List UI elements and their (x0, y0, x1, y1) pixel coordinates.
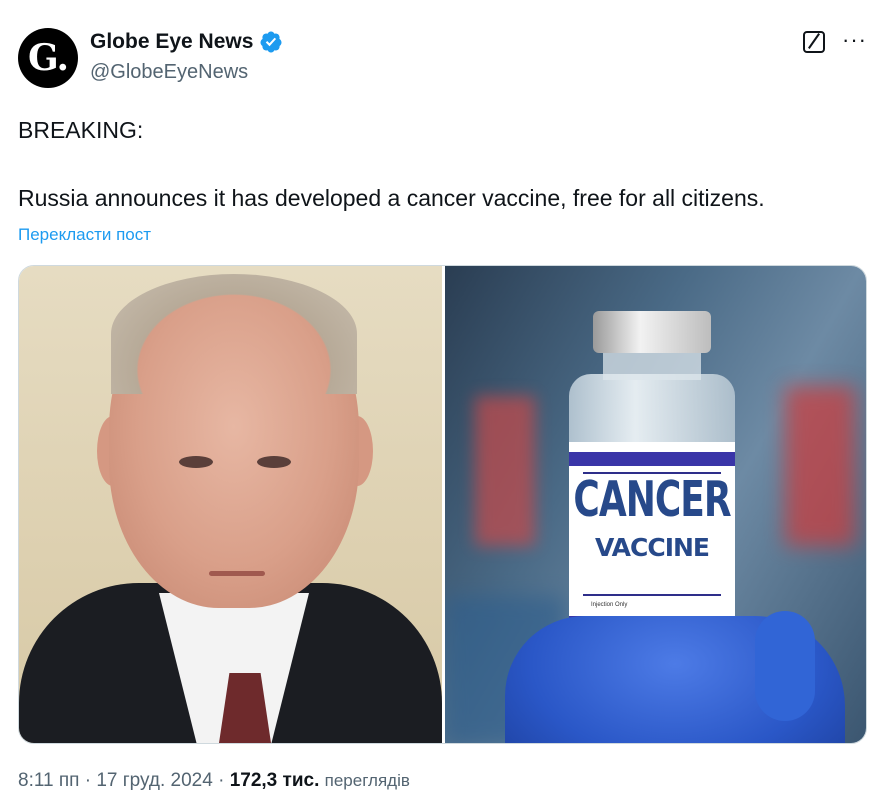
vial-cap (593, 311, 711, 353)
vial-neck (603, 350, 701, 380)
vial-label-word1: CANCER (573, 472, 731, 529)
portrait-hair (111, 274, 357, 394)
vial-label: CANCER VACCINE Injection Only (569, 442, 735, 642)
tweet-text-line1: BREAKING: (18, 117, 144, 143)
meta-separator: · (212, 770, 230, 791)
vial-label-word2: VACCINE (595, 533, 710, 562)
media-photo-portrait[interactable] (19, 266, 442, 743)
translate-post-link[interactable]: Перекласти пост (18, 225, 151, 245)
tweet-date[interactable]: 17 груд. 2024 (96, 770, 212, 792)
handle[interactable]: @GlobeEyeNews (90, 61, 248, 84)
author-name-row: Globe Eye News (90, 30, 283, 54)
views-count: 172,3 тис. (229, 770, 320, 791)
grok-icon[interactable] (803, 31, 825, 53)
portrait-eye-right (257, 456, 291, 468)
verified-badge-icon (260, 31, 282, 53)
avatar-text: G. (28, 37, 69, 79)
background-blur (475, 396, 535, 546)
tweet-time[interactable]: 8:11 пп (18, 770, 79, 792)
portrait-eye-left (179, 456, 213, 468)
tweet: G. Globe Eye News @GlobeEyeNews ··· BREA… (0, 0, 887, 811)
more-icon[interactable]: ··· (842, 29, 867, 51)
display-name[interactable]: Globe Eye News (90, 30, 253, 54)
avatar[interactable]: G. (18, 28, 78, 88)
views-label: переглядів (324, 771, 410, 790)
gloved-thumb (755, 611, 815, 721)
vial-label-small: Injection Only (591, 602, 628, 608)
media-grid: CANCER VACCINE Injection Only (18, 265, 867, 744)
portrait-mouth (209, 571, 265, 576)
tweet-text-line2: Russia announces it has developed a canc… (18, 185, 765, 211)
tweet-meta: 8:11 пп · 17 груд. 2024 · 172,3 тис. пер… (18, 770, 410, 792)
label-line (583, 594, 721, 596)
background-blur (785, 386, 855, 546)
label-stripe (569, 452, 735, 466)
media-photo-vial[interactable]: CANCER VACCINE Injection Only (445, 266, 866, 743)
meta-separator: · (79, 770, 97, 791)
